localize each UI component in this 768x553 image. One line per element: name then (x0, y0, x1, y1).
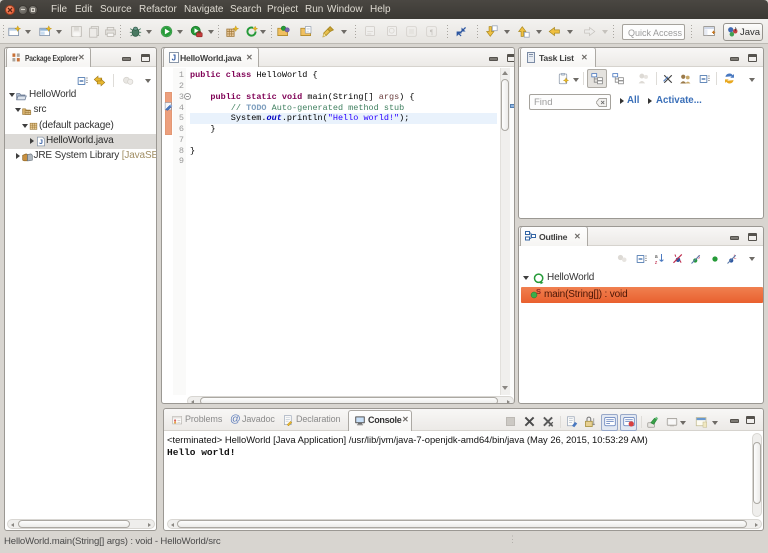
svg-text:J: J (39, 139, 43, 146)
svg-text:z: z (655, 260, 658, 265)
svg-text:¶: ¶ (430, 27, 434, 36)
svg-text:a: a (655, 254, 658, 260)
svg-text:J: J (172, 54, 176, 63)
